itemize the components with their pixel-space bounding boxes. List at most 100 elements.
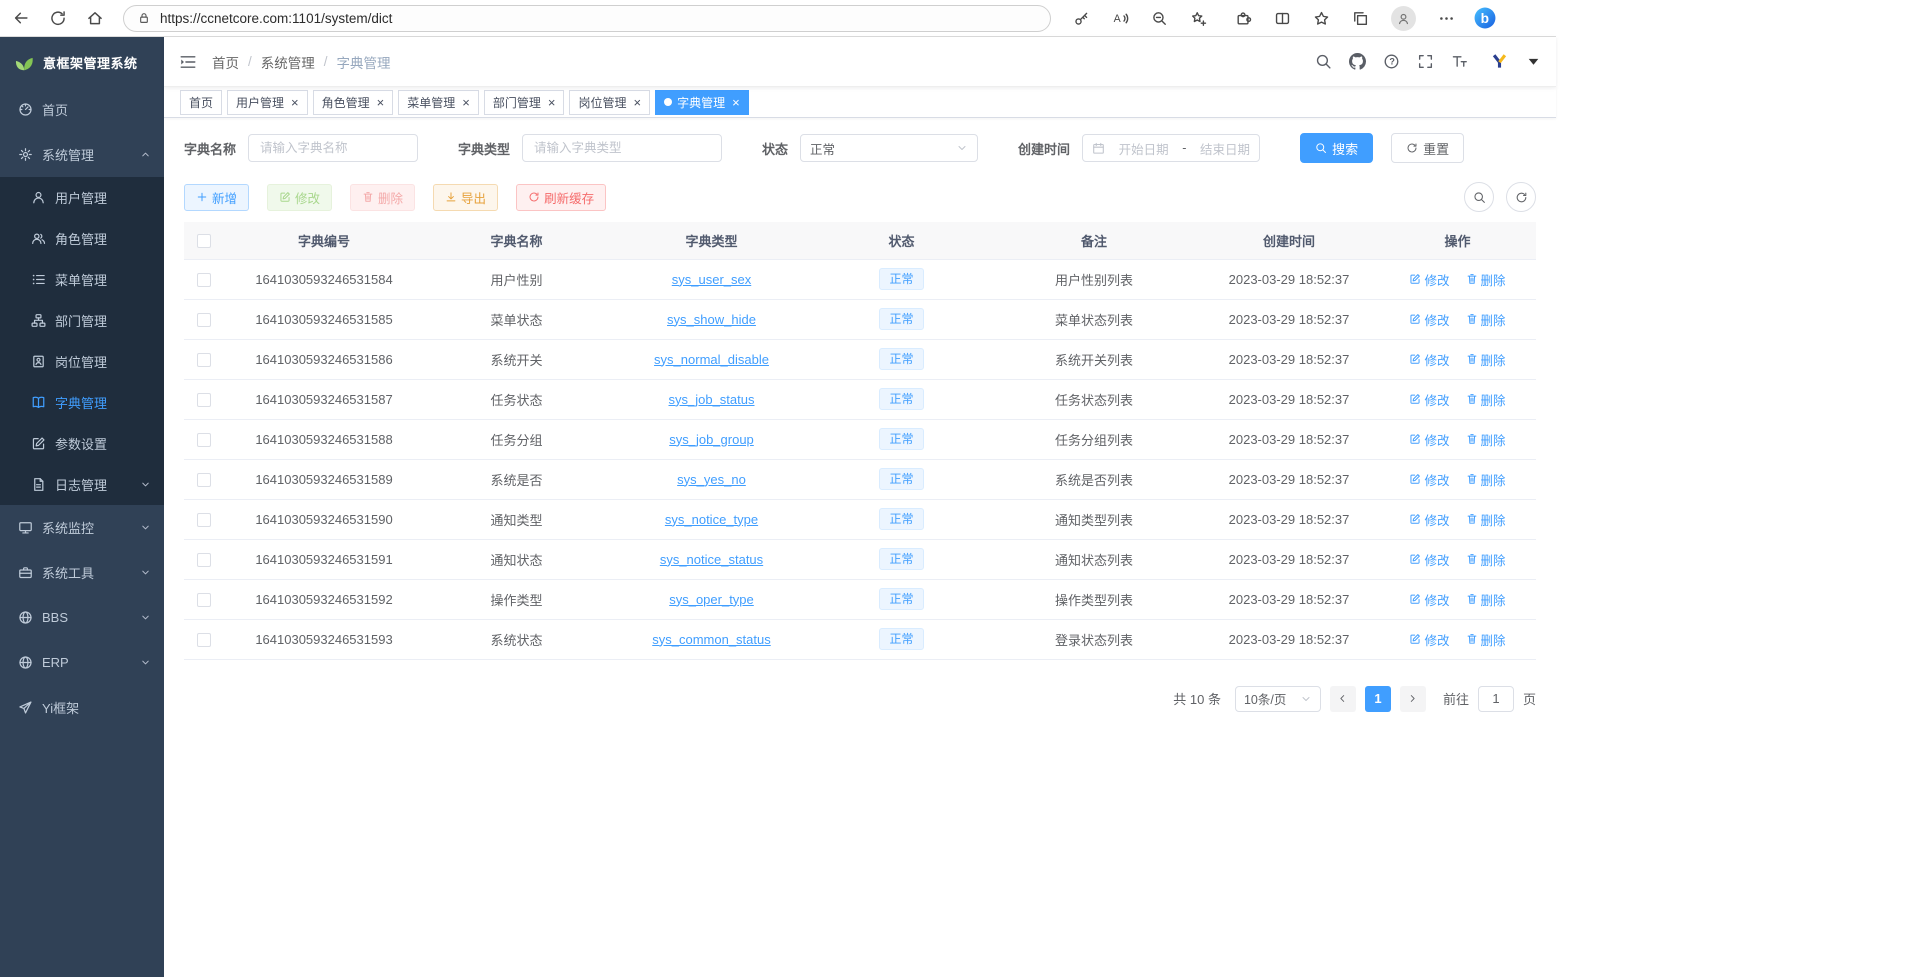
row-checkbox[interactable] [197, 553, 211, 567]
row-edit-button[interactable]: 修改 [1409, 630, 1449, 649]
row-edit-button[interactable]: 修改 [1409, 510, 1449, 529]
sidebar-item-dict[interactable]: 字典管理 [0, 382, 164, 423]
export-button[interactable]: 导出 [433, 184, 498, 211]
row-edit-button[interactable]: 修改 [1409, 390, 1449, 409]
refresh-table-button[interactable] [1506, 182, 1536, 212]
row-edit-button[interactable]: 修改 [1409, 590, 1449, 609]
sidebar-item-yi[interactable]: Yi框架 [0, 685, 164, 730]
row-checkbox[interactable] [197, 473, 211, 487]
goto-page-input[interactable] [1478, 686, 1514, 712]
row-edit-button[interactable]: 修改 [1409, 550, 1449, 569]
sidebar-item-user[interactable]: 用户管理 [0, 177, 164, 218]
bing-icon[interactable]: b [1474, 7, 1496, 29]
row-edit-button[interactable]: 修改 [1409, 470, 1449, 489]
dict-type-link[interactable]: sys_oper_type [669, 592, 754, 607]
next-page-button[interactable] [1400, 686, 1426, 712]
extensions-icon[interactable] [1235, 10, 1252, 27]
font-size-icon[interactable] [1451, 53, 1468, 70]
reset-button[interactable]: 重置 [1391, 133, 1464, 163]
tab-menu[interactable]: 菜单管理× [398, 90, 479, 115]
row-delete-button[interactable]: 删除 [1466, 510, 1506, 529]
dict-type-link[interactable]: sys_job_status [669, 392, 755, 407]
zoom-out-icon[interactable] [1151, 10, 1168, 27]
toggle-search-button[interactable] [1464, 182, 1494, 212]
row-edit-button[interactable]: 修改 [1409, 430, 1449, 449]
favorites-icon[interactable] [1313, 10, 1330, 27]
read-aloud-icon[interactable]: A [1112, 10, 1129, 27]
home-icon[interactable] [86, 9, 104, 27]
search-icon[interactable] [1315, 53, 1332, 70]
tab-close-icon[interactable]: × [633, 96, 641, 109]
row-delete-button[interactable]: 删除 [1466, 390, 1506, 409]
row-checkbox[interactable] [197, 593, 211, 607]
address-bar[interactable]: https://ccnetcore.com:1101/system/dict [123, 5, 1051, 32]
dict-type-link[interactable]: sys_yes_no [677, 472, 746, 487]
dict-type-link[interactable]: sys_common_status [652, 632, 771, 647]
row-delete-button[interactable]: 删除 [1466, 630, 1506, 649]
row-delete-button[interactable]: 删除 [1466, 470, 1506, 489]
tab-role[interactable]: 角色管理× [313, 90, 394, 115]
tab-close-icon[interactable]: × [732, 96, 740, 109]
row-edit-button[interactable]: 修改 [1409, 310, 1449, 329]
tab-post[interactable]: 岗位管理× [569, 90, 650, 115]
reload-icon[interactable] [49, 9, 67, 27]
sidebar-item-erp[interactable]: ERP [0, 640, 164, 685]
prev-page-button[interactable] [1330, 686, 1356, 712]
edit-button[interactable]: 修改 [267, 184, 332, 211]
tab-close-icon[interactable]: × [548, 96, 556, 109]
current-page-button[interactable]: 1 [1365, 686, 1391, 712]
page-size-select[interactable]: 10条/页 [1235, 686, 1321, 712]
dict-type-link[interactable]: sys_user_sex [672, 272, 751, 287]
sidebar-item-log[interactable]: 日志管理 [0, 464, 164, 505]
sidebar-item-home[interactable]: 首页 [0, 87, 164, 132]
sidebar-item-menu[interactable]: 菜单管理 [0, 259, 164, 300]
github-icon[interactable] [1349, 53, 1366, 70]
collections-icon[interactable] [1352, 10, 1369, 27]
sidebar-item-post[interactable]: 岗位管理 [0, 341, 164, 382]
fullscreen-icon[interactable] [1417, 53, 1434, 70]
tab-close-icon[interactable]: × [291, 96, 299, 109]
sidebar-item-role[interactable]: 角色管理 [0, 218, 164, 259]
tab-close-icon[interactable]: × [462, 96, 470, 109]
dict-type-link[interactable]: sys_job_group [669, 432, 754, 447]
row-delete-button[interactable]: 删除 [1466, 350, 1506, 369]
key-icon[interactable] [1073, 10, 1090, 27]
breadcrumb-home[interactable]: 首页 [212, 52, 239, 72]
tab-close-icon[interactable]: × [377, 96, 385, 109]
row-checkbox[interactable] [197, 393, 211, 407]
row-checkbox[interactable] [197, 433, 211, 447]
row-delete-button[interactable]: 删除 [1466, 430, 1506, 449]
row-delete-button[interactable]: 删除 [1466, 550, 1506, 569]
date-range-picker[interactable]: 开始日期 - 结束日期 [1082, 134, 1260, 162]
refresh-cache-button[interactable]: 刷新缓存 [516, 184, 606, 211]
favorites-add-icon[interactable] [1190, 10, 1207, 27]
tab-dict[interactable]: 字典管理× [655, 90, 749, 115]
row-edit-button[interactable]: 修改 [1409, 350, 1449, 369]
start-date-placeholder[interactable]: 开始日期 [1119, 139, 1169, 158]
row-checkbox[interactable] [197, 313, 211, 327]
row-checkbox[interactable] [197, 273, 211, 287]
row-checkbox[interactable] [197, 633, 211, 647]
more-menu-icon[interactable] [1438, 10, 1455, 27]
tab-dept[interactable]: 部门管理× [484, 90, 565, 115]
hamburger-icon[interactable] [164, 53, 212, 71]
delete-button[interactable]: 删除 [350, 184, 415, 211]
row-checkbox[interactable] [197, 513, 211, 527]
tab-home[interactable]: 首页 [180, 90, 222, 115]
dict-type-link[interactable]: sys_notice_type [665, 512, 758, 527]
help-icon[interactable]: ? [1383, 53, 1400, 70]
dict-type-link[interactable]: sys_normal_disable [654, 352, 769, 367]
breadcrumb-system[interactable]: 系统管理 [261, 52, 315, 72]
row-delete-button[interactable]: 删除 [1466, 590, 1506, 609]
end-date-placeholder[interactable]: 结束日期 [1200, 139, 1250, 158]
url-text[interactable]: https://ccnetcore.com:1101/system/dict [160, 11, 392, 26]
row-checkbox[interactable] [197, 353, 211, 367]
user-avatar-logo[interactable] [1491, 53, 1508, 70]
back-icon[interactable] [12, 9, 30, 27]
sidebar-item-dept[interactable]: 部门管理 [0, 300, 164, 341]
sidebar-item-bbs[interactable]: BBS [0, 595, 164, 640]
tab-user[interactable]: 用户管理× [227, 90, 308, 115]
dict-type-link[interactable]: sys_show_hide [667, 312, 756, 327]
sidebar-item-monitor[interactable]: 系统监控 [0, 505, 164, 550]
status-select[interactable]: 正常 [800, 134, 978, 162]
